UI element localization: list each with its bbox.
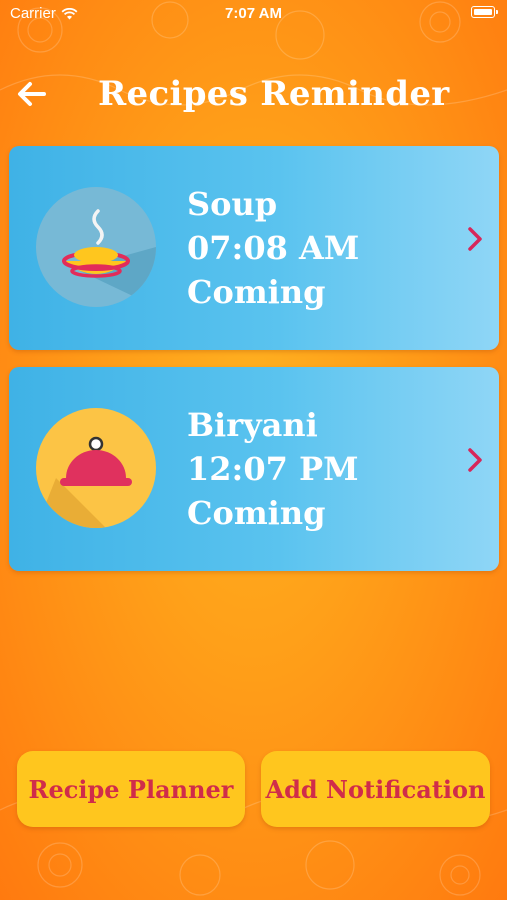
back-button[interactable] xyxy=(14,78,48,110)
status-bar: Carrier 7:07 AM xyxy=(0,0,507,28)
recipe-time: 07:08 AM xyxy=(187,229,360,267)
chevron-right-icon xyxy=(468,227,482,251)
recipe-status: Coming xyxy=(187,273,326,311)
recipe-name: Soup xyxy=(187,185,278,223)
back-arrow-icon xyxy=(18,82,46,106)
add-notification-button[interactable]: Add Notification xyxy=(261,751,490,827)
chevron-right-icon xyxy=(468,448,482,472)
recipe-status: Coming xyxy=(187,494,326,532)
recipe-planner-button[interactable]: Recipe Planner xyxy=(17,751,245,827)
recipe-name: Biryani xyxy=(187,406,318,444)
status-time: 7:07 AM xyxy=(225,5,282,22)
recipe-time: 12:07 PM xyxy=(187,450,359,488)
reminder-card-biryani[interactable]: Biryani 12:07 PM Coming xyxy=(9,367,499,571)
food-cloche-icon xyxy=(36,408,156,528)
soup-bowl-icon xyxy=(36,187,156,307)
reminder-card-soup[interactable]: Soup 07:08 AM Coming xyxy=(9,146,499,350)
battery-icon xyxy=(471,6,498,18)
page-title: Recipes Reminder xyxy=(98,74,450,114)
